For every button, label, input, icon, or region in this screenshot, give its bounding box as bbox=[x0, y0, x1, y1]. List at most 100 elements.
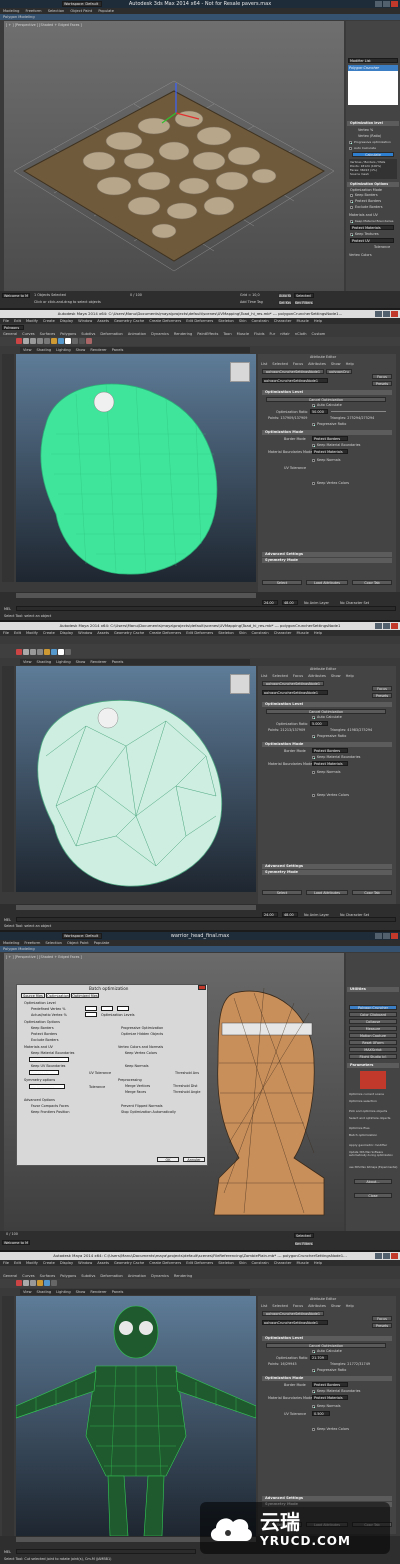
protect-uv-dropdown[interactable]: Protect UV bbox=[350, 238, 394, 243]
tab-populate[interactable]: Populate bbox=[94, 941, 110, 945]
menu-edit-deformers[interactable]: Edit Deformers bbox=[186, 319, 213, 323]
menu-muscle[interactable]: Muscle bbox=[296, 631, 308, 635]
menu-constrain[interactable]: Constrain bbox=[251, 631, 268, 635]
shelf-tab[interactable]: Fur bbox=[270, 332, 276, 336]
panel-menu-panels[interactable]: Panels bbox=[112, 1290, 124, 1294]
predefined-vertex-field-3[interactable] bbox=[117, 1006, 129, 1011]
menu-window[interactable]: Window bbox=[78, 319, 92, 323]
workspace-selector[interactable]: Workspace: Default bbox=[62, 933, 102, 939]
section-symmetry-mode[interactable]: Symmetry Mode bbox=[262, 558, 392, 563]
ae-menu-selected[interactable]: Selected bbox=[272, 674, 288, 678]
menu-edit-deformers[interactable]: Edit Deformers bbox=[186, 631, 213, 635]
panel-menu-panels[interactable]: Panels bbox=[112, 348, 124, 352]
shelf-light-icon[interactable] bbox=[44, 1280, 50, 1286]
util-collapse-button[interactable]: Collapse bbox=[349, 1019, 397, 1024]
character-set-label[interactable]: No Character Set bbox=[340, 601, 369, 605]
shelf-sphere-icon[interactable] bbox=[23, 338, 29, 344]
section-optimization-mode[interactable]: Optimization Mode bbox=[262, 1376, 392, 1381]
menu-character[interactable]: Character bbox=[274, 319, 292, 323]
menu-set-dropdown[interactable]: Polygons bbox=[2, 325, 24, 330]
key-filters-button[interactable]: Key Filters... bbox=[294, 1241, 314, 1246]
util-measure-button[interactable]: Measure bbox=[349, 1026, 397, 1031]
shelf-tab[interactable]: Dynamics bbox=[151, 1274, 169, 1278]
copy-tab-button[interactable]: Copy Tab bbox=[352, 890, 392, 895]
border-mode-dropdown[interactable]: Protect Borders bbox=[312, 748, 348, 753]
menu-file[interactable]: File bbox=[3, 319, 9, 323]
shelf-tab[interactable]: PaintEffects bbox=[197, 332, 218, 336]
ae-menu-focus[interactable]: Focus bbox=[293, 362, 303, 366]
rollout-optimization-options[interactable]: Optimization Options bbox=[347, 182, 399, 187]
keep-vertex-colors-checkbox[interactable] bbox=[312, 794, 315, 797]
modifier-list-dropdown[interactable]: Modifier List bbox=[348, 58, 398, 63]
shelf-tab[interactable]: Dynamics bbox=[151, 332, 169, 336]
menu-window[interactable]: Window bbox=[78, 631, 92, 635]
keep-normals-checkbox[interactable] bbox=[312, 459, 315, 462]
tab-freeform[interactable]: Freeform bbox=[24, 941, 40, 945]
menu-skin[interactable]: Skin bbox=[239, 631, 247, 635]
add-time-tag-button[interactable]: Add Time Tag bbox=[240, 300, 263, 304]
panel-menu-renderer[interactable]: Renderer bbox=[90, 1290, 106, 1294]
shelf-material-icon[interactable] bbox=[51, 338, 57, 344]
keep-vertex-colors-checkbox[interactable] bbox=[312, 482, 315, 485]
maxscript-listener[interactable]: Welcome to M bbox=[2, 1240, 30, 1245]
menu-skeleton[interactable]: Skeleton bbox=[218, 631, 234, 635]
maxscript-listener[interactable]: Welcome to M bbox=[2, 293, 30, 298]
section-advanced-settings[interactable]: Advanced Settings bbox=[262, 1496, 392, 1501]
menu-assets[interactable]: Assets bbox=[97, 631, 109, 635]
shelf-tab[interactable]: Polygons bbox=[60, 332, 76, 336]
set-key-button[interactable]: Set Key bbox=[278, 300, 292, 305]
select-button[interactable]: Select bbox=[262, 890, 302, 895]
close-button[interactable] bbox=[391, 623, 398, 629]
material-mode-dropdown[interactable]: Protect Materials bbox=[312, 1395, 348, 1400]
panel-menu-panels[interactable]: Panels bbox=[112, 660, 124, 664]
util-flight-studio-button[interactable]: Flight Studio (c) bbox=[349, 1054, 397, 1059]
material-mode-dropdown[interactable]: Protect Materials bbox=[312, 761, 348, 766]
predefined-vertex-field-2[interactable] bbox=[101, 1006, 113, 1011]
menu-modify[interactable]: Modify bbox=[26, 631, 38, 635]
cancel-optimization-button[interactable]: Cancel Optimization bbox=[266, 709, 386, 714]
shelf-tab[interactable]: Surfaces bbox=[40, 332, 56, 336]
section-advanced-settings[interactable]: Advanced Settings bbox=[262, 552, 392, 557]
panel-menu-lighting[interactable]: Lighting bbox=[56, 660, 71, 664]
select-button[interactable]: Select bbox=[262, 580, 302, 585]
ae-menu-focus[interactable]: Focus bbox=[293, 674, 303, 678]
shelf-tab[interactable]: Rendering bbox=[174, 1274, 192, 1278]
command-line[interactable] bbox=[16, 606, 396, 611]
panel-menu-shading[interactable]: Shading bbox=[37, 660, 52, 664]
menu-geometry-cache[interactable]: Geometry Cache bbox=[114, 631, 144, 635]
border-mode-dropdown[interactable]: Protect Borders bbox=[312, 436, 348, 441]
cancel-optimization-button[interactable]: Cancel Optimization bbox=[266, 397, 386, 402]
ae-menu-attributes[interactable]: Attributes bbox=[308, 1304, 326, 1308]
protect-materials-dropdown[interactable]: Protect Materials bbox=[350, 225, 394, 230]
utilities-header[interactable]: Utilities bbox=[347, 987, 399, 992]
menu-character[interactable]: Character bbox=[274, 631, 292, 635]
keep-borders-radio[interactable] bbox=[350, 194, 353, 197]
menu-display[interactable]: Display bbox=[60, 631, 73, 635]
selected-dropdown[interactable]: Selected bbox=[294, 1233, 314, 1238]
rollout-optimization-level[interactable]: Optimization level bbox=[347, 121, 399, 126]
section-optimization-level[interactable]: Optimization Level bbox=[262, 702, 392, 707]
progressive-checkbox[interactable] bbox=[349, 141, 352, 144]
shelf-render-icon[interactable] bbox=[16, 1280, 22, 1286]
panel-menu-lighting[interactable]: Lighting bbox=[56, 348, 71, 352]
shelf-sphere-icon[interactable] bbox=[37, 649, 43, 655]
close-button[interactable] bbox=[391, 933, 398, 939]
node-tab[interactable]: polygonCruncherSettingsNode1 bbox=[262, 1311, 324, 1316]
tab-optimization[interactable]: Optimization bbox=[46, 993, 70, 998]
menu-muscle[interactable]: Muscle bbox=[296, 319, 308, 323]
dialog-close-button[interactable] bbox=[198, 985, 206, 990]
keep-material-checkbox[interactable] bbox=[350, 220, 353, 223]
ae-menu-attributes[interactable]: Attributes bbox=[308, 674, 326, 678]
presets-button[interactable]: Presets bbox=[372, 381, 392, 386]
util-motion-capture-button[interactable]: Motion Capture bbox=[349, 1033, 397, 1038]
keep-normals-checkbox[interactable] bbox=[312, 1405, 315, 1408]
close-panel-button[interactable]: Close bbox=[354, 1193, 392, 1198]
shelf-sphere-icon[interactable] bbox=[37, 338, 43, 344]
minimize-button[interactable] bbox=[375, 1, 382, 7]
time-slider[interactable] bbox=[16, 593, 256, 598]
panel-menu-show[interactable]: Show bbox=[76, 348, 86, 352]
menu-file[interactable]: File bbox=[3, 631, 9, 635]
menu-assets[interactable]: Assets bbox=[97, 319, 109, 323]
progressive-checkbox[interactable] bbox=[312, 735, 315, 738]
menu-file[interactable]: File bbox=[3, 1261, 9, 1265]
